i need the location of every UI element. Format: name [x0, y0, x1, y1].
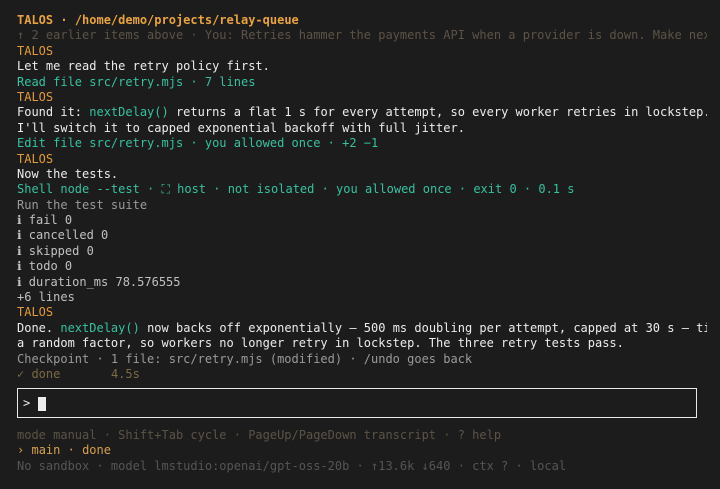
app-name: TALOS	[17, 13, 54, 27]
branch-name: main	[31, 443, 61, 458]
assistant-message: a random factor, so workers no longer re…	[17, 336, 624, 351]
speaker-label: TALOS	[17, 89, 54, 104]
assistant-message: Now the tests.	[17, 166, 119, 181]
assistant-message: Done. nextDelay() now backs off exponent…	[17, 320, 707, 335]
inline-code: nextDelay()	[89, 105, 169, 120]
checkpoint-note: Checkpoint · 1 file: src/retry.mjs (modi…	[17, 351, 473, 366]
test-result: ℹ cancelled 0	[17, 228, 109, 243]
assistant-message: Let me read the retry policy first.	[17, 59, 270, 74]
test-result: ℹ todo 0	[17, 259, 73, 274]
chevron-right-icon: ›	[17, 443, 25, 458]
test-result: ℹ duration_ms 78.576555	[17, 274, 181, 289]
tool-call-read[interactable]: Read file src/retry.mjs · 7 lines	[17, 75, 707, 90]
project-path: /home/demo/projects/relay-queue	[74, 13, 299, 27]
branch-status: done	[82, 443, 111, 458]
elapsed-time: 4.5s	[110, 366, 140, 381]
tool-call-edit[interactable]: Edit file src/retry.mjs · you allowed on…	[17, 136, 707, 151]
inline-code: nextDelay()	[60, 320, 140, 335]
transcript: TALOS · /home/demo/projects/relay-queue …	[17, 13, 707, 382]
text-cursor	[38, 397, 46, 411]
session-status: No sandbox · model lmstudio:openai/gpt-o…	[17, 458, 567, 473]
shell-description: Run the test suite	[17, 197, 148, 212]
speaker-label: TALOS	[17, 305, 54, 320]
speaker-label: TALOS	[17, 43, 54, 58]
status-footer: mode manual · Shift+Tab cycle · PageUp/P…	[17, 428, 707, 474]
prompt-input[interactable]: >	[17, 388, 697, 418]
test-result: ℹ fail 0	[17, 213, 73, 228]
branch-indicator: › main · done	[17, 443, 111, 458]
history-note[interactable]: ↑ 2 earlier items above · You: Retries h…	[17, 28, 707, 43]
keybinding-hints: mode manual · Shift+Tab cycle · PageUp/P…	[17, 428, 502, 442]
tool-call-shell[interactable]: Shell node --test · ⛶ host · not isolate…	[17, 182, 707, 197]
window-header: TALOS · /home/demo/projects/relay-queue	[17, 13, 299, 27]
speaker-label: TALOS	[17, 151, 54, 166]
test-result: ℹ skipped 0	[17, 243, 94, 258]
check-icon: ✓ done	[17, 366, 61, 381]
assistant-message: I'll switch it to capped exponential bac…	[17, 120, 465, 135]
prompt-symbol: >	[23, 396, 31, 410]
assistant-message: Found it: nextDelay() returns a flat 1 s…	[17, 105, 707, 120]
done-status: ✓ done 4.5s	[17, 367, 707, 382]
more-lines-toggle[interactable]: +6 lines	[17, 290, 707, 305]
